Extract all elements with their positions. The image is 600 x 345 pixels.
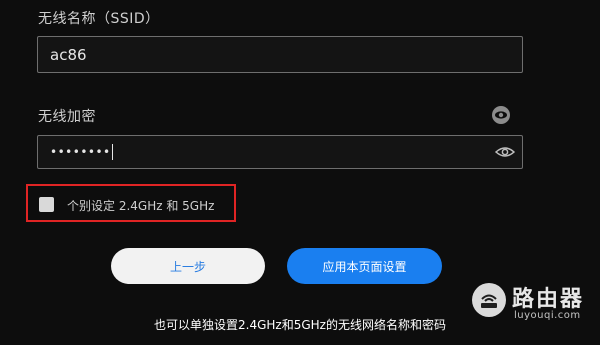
ssid-input[interactable] [50,45,522,64]
separate-bands-checkbox[interactable] [39,197,54,212]
watermark: 路由器 luyouqi.com [472,281,596,329]
text-caret [111,144,113,160]
apply-settings-button[interactable]: 应用本页面设置 [287,248,442,284]
password-value: •••••••• [50,145,111,159]
watermark-title: 路由器 [512,287,585,312]
encryption-label: 无线加密 [38,109,96,125]
encryption-field[interactable]: •••••••• [37,135,523,169]
prev-step-button[interactable]: 上一步 [111,248,265,284]
router-logo-icon [472,283,506,317]
separate-bands-label: 个别设定 2.4GHz 和 5GHz [67,199,215,213]
show-password-eye-icon[interactable] [494,143,516,161]
ssid-field[interactable] [37,36,523,73]
watermark-subtitle: luyouqi.com [514,310,581,321]
ssid-label: 无线名称（SSID） [38,11,160,27]
eye-icon[interactable] [491,105,511,125]
wireless-setup-page: 无线名称（SSID） 无线加密 •••••••• 个别设定 2.4GHz 和 5… [0,0,600,345]
